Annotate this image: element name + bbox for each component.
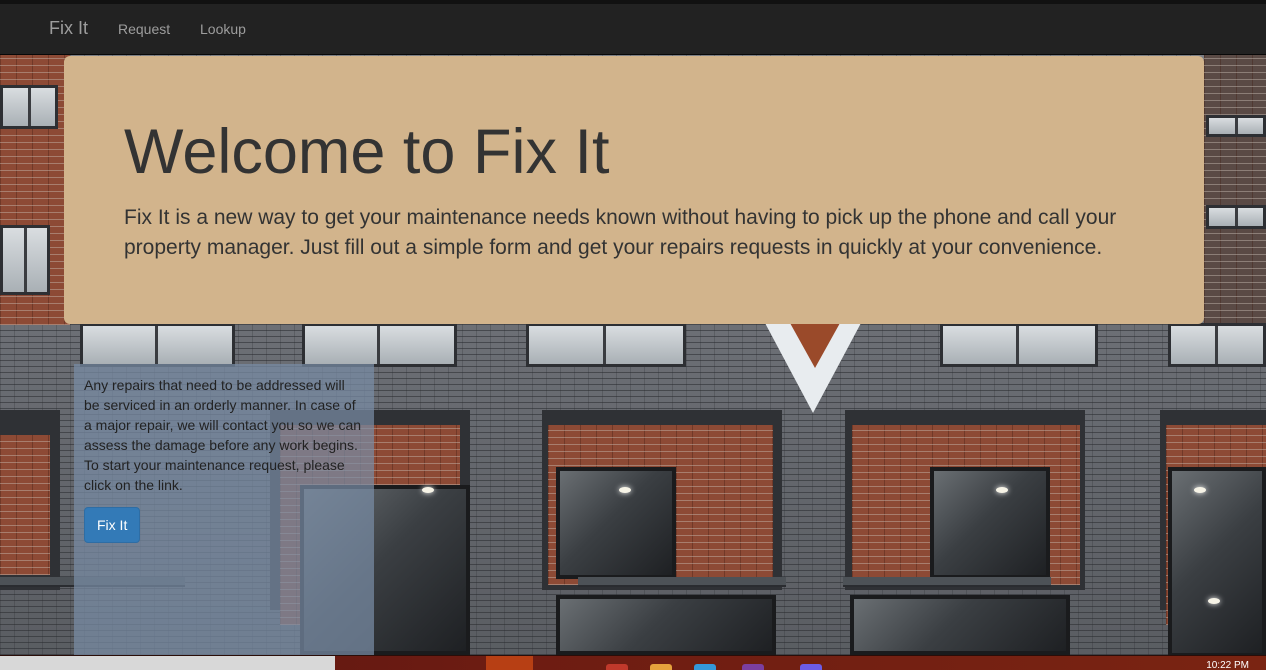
welcome-jumbotron: Welcome to Fix It Fix It is a new way to…: [64, 56, 1204, 324]
taskbar-active-app-icon[interactable]: [486, 656, 533, 670]
taskbar-app-icon[interactable]: [650, 664, 672, 670]
taskbar-app-icon[interactable]: [694, 664, 716, 670]
intro-text: Fix It is a new way to get your maintena…: [124, 206, 1117, 260]
taskbar-app-icon[interactable]: [606, 664, 628, 670]
taskbar-search-box[interactable]: [0, 656, 335, 670]
info-panel: Any repairs that need to be addressed wi…: [74, 364, 374, 655]
taskbar-clock[interactable]: 10:22 PM: [1206, 661, 1249, 670]
page-title: Welcome to Fix It: [124, 117, 610, 187]
nav-link-request[interactable]: Request: [118, 21, 170, 37]
fix-it-button[interactable]: Fix It: [84, 507, 141, 543]
brand-link[interactable]: Fix It: [49, 18, 88, 39]
nav-link-lookup[interactable]: Lookup: [200, 21, 246, 37]
info-text: Any repairs that need to be addressed wi…: [84, 377, 362, 493]
navbar: Fix It Request Lookup: [0, 4, 1266, 55]
taskbar-app-icon[interactable]: [800, 664, 822, 670]
taskbar-app-icon[interactable]: [742, 664, 764, 670]
taskbar: 10:22 PM: [0, 655, 1266, 670]
